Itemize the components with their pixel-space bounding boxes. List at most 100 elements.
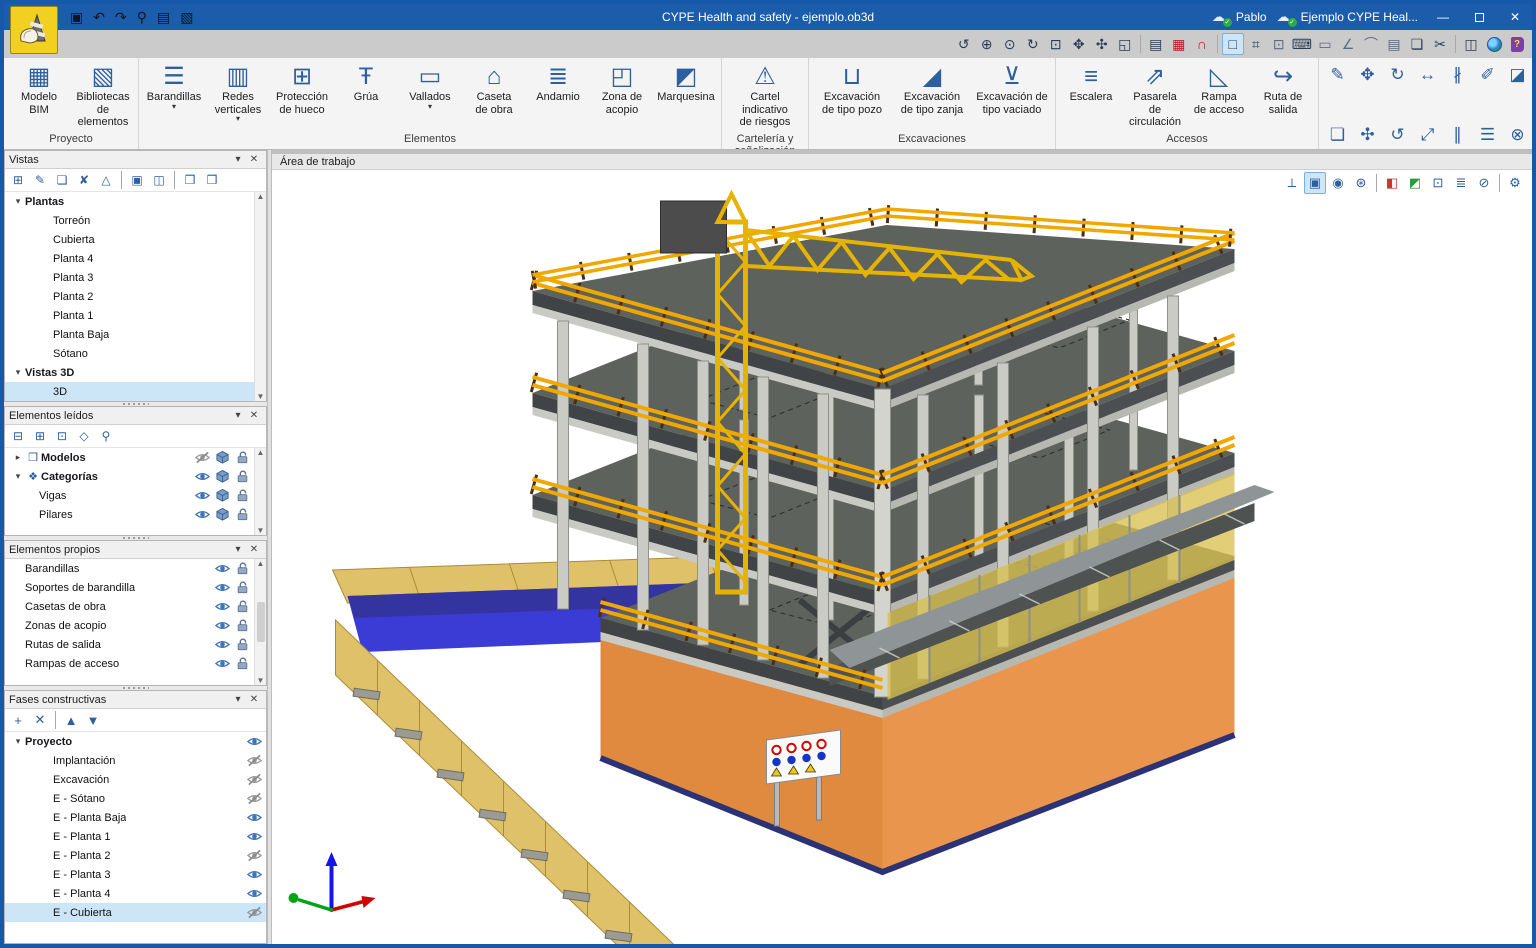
3d-viewport[interactable]: ⟂ ▣ ◉ ⊛ ◧ ◩ ⊡ ≣ ⊘ ⚙ (272, 170, 1532, 944)
open-box-arrow-button[interactable]: ❒ (202, 171, 222, 190)
globe-icon[interactable] (1483, 33, 1505, 55)
escalera-button[interactable]: ≡ Escalera ▾ (1060, 60, 1122, 107)
phase-delete-button[interactable]: ✕ (30, 711, 50, 730)
tree-item-planta1[interactable]: Planta 1 (5, 306, 254, 325)
tree-levels-button[interactable]: ⊡ (52, 427, 72, 446)
user-name[interactable]: Pablo (1236, 10, 1267, 24)
visibility-on-icon[interactable] (212, 562, 232, 575)
render-3d-settings-icon[interactable]: ⚙ (1504, 172, 1526, 194)
expander-icon[interactable] (11, 196, 25, 207)
align-button[interactable]: ∥ (1443, 120, 1473, 149)
save-button[interactable]: ▣ (70, 10, 83, 24)
scrollbar-thumb[interactable] (256, 602, 265, 642)
row-barandillas[interactable]: Barandillas (5, 559, 254, 578)
camera-button[interactable]: ▣ (127, 171, 147, 190)
edit-pencil-button[interactable]: ✎ (1323, 60, 1353, 90)
project-name[interactable]: Ejemplo CYPE Heal... (1301, 10, 1418, 24)
ortho-mode-icon[interactable]: □ (1221, 33, 1244, 55)
andamio-button[interactable]: ≣ Andamio ▾ (527, 60, 589, 107)
camera-add-button[interactable]: ◫ (149, 171, 169, 190)
tree-item-plantabaja[interactable]: Planta Baja (5, 325, 254, 344)
pan-icon[interactable]: ✥ (1068, 33, 1090, 55)
zoom-extents-icon[interactable]: ⊕ (976, 33, 998, 55)
angle-icon[interactable]: ∠ (1337, 33, 1359, 55)
collapse-panel-icon[interactable]: ▾ (230, 410, 246, 421)
row-soportes-barandilla[interactable]: Soportes de barandilla (5, 578, 254, 597)
delete-button[interactable]: ⊗ (1503, 120, 1533, 149)
row-casetas-obra[interactable]: Casetas de obra (5, 597, 254, 616)
rotate-button[interactable]: ↻ (1383, 60, 1413, 90)
copy-button[interactable]: ❏ (1323, 120, 1353, 149)
view-cube-icon[interactable]: ▣ (1304, 172, 1326, 194)
proteccion-hueco-button[interactable]: ⊞ Protección de hueco ▾ (271, 60, 333, 119)
orbit-icon[interactable]: ✣ (1091, 33, 1113, 55)
caseta-obra-button[interactable]: ⌂ Caseta de obra ▾ (463, 60, 525, 119)
row-rutas-salida[interactable]: Rutas de salida (5, 635, 254, 654)
rampa-acceso-button[interactable]: ◺ Rampa de acceso ▾ (1188, 60, 1250, 119)
show-3d-button[interactable]: ◇ (74, 427, 94, 446)
phase-e-sotano[interactable]: E - Sótano (5, 789, 266, 808)
mirror-button[interactable]: ∦ (1443, 60, 1473, 90)
pasarela-circulacion-button[interactable]: ⇗ Pasarela de circulación ▾ (1124, 60, 1186, 132)
visibility-off-icon[interactable] (244, 906, 264, 919)
scrollbar[interactable]: ▲ ▼ (254, 448, 266, 535)
workspace-tab[interactable]: Área de trabajo (272, 150, 1532, 170)
lock-icon[interactable] (232, 600, 252, 613)
lock-icon[interactable] (232, 657, 252, 670)
layers-3d-icon[interactable]: ≣ (1450, 172, 1472, 194)
open-box-button[interactable]: ❒ (180, 171, 200, 190)
vallados-button[interactable]: ▭ Vallados ▾ (399, 60, 461, 113)
axes-icon[interactable]: ⟂ (1281, 172, 1303, 194)
expander-icon[interactable] (11, 471, 25, 482)
grua-button[interactable]: Ŧ Grúa ▾ (335, 60, 397, 107)
visibility-on-icon[interactable] (212, 619, 232, 632)
zoom-x2-icon[interactable]: ⊙ (999, 33, 1021, 55)
visibility-on-icon[interactable] (244, 830, 264, 843)
grid-icon[interactable]: ⌗ (1245, 33, 1267, 55)
visibility-off-icon[interactable] (192, 451, 212, 464)
phase-e-cubierta[interactable]: E - Cubierta (5, 903, 266, 922)
zoom-search-button[interactable]: ⚲ (137, 10, 147, 24)
barandillas-button[interactable]: ☰ Barandillas ▾ (143, 60, 205, 113)
close-panel-icon[interactable]: ✕ (246, 154, 262, 165)
arc-icon[interactable]: ⌒ (1360, 33, 1382, 55)
row-rampas-acceso[interactable]: Rampas de acceso (5, 654, 254, 673)
scrollbar[interactable]: ▲ ▼ (254, 192, 266, 401)
phase-e-planta4[interactable]: E - Planta 4 (5, 884, 266, 903)
clip-back-icon[interactable]: ◧ (1381, 172, 1403, 194)
visibility-on-icon[interactable] (192, 508, 212, 521)
eraser-button[interactable]: ◪ (1503, 60, 1533, 90)
dimension-icon[interactable]: ▭ (1314, 33, 1336, 55)
phase-down-button[interactable]: ▼ (83, 711, 103, 730)
minimize-button[interactable]: — (1428, 6, 1458, 28)
tree-node-vistas3d[interactable]: Vistas 3D (5, 363, 254, 382)
excavacion-pozo-button[interactable]: ⊔ Excavación de tipo pozo ▾ (813, 60, 891, 119)
phase-implantacion[interactable]: Implantación (5, 751, 266, 770)
row-pilares[interactable]: Pilares (5, 505, 254, 524)
comment-icon[interactable]: ❏ (1406, 33, 1428, 55)
visibility-on-icon[interactable] (212, 581, 232, 594)
keyboard-entry-icon[interactable]: ⌨ (1291, 33, 1313, 55)
excavacion-zanja-button[interactable]: ◢ Excavación de tipo zanja ▾ (893, 60, 971, 119)
view3d-cube-icon[interactable] (212, 470, 232, 483)
row-zonas-acopio[interactable]: Zonas de acopio (5, 616, 254, 635)
help-book-icon[interactable]: ? (1506, 33, 1528, 55)
tree-item-3d[interactable]: 3D (5, 382, 254, 401)
tree-item-planta3[interactable]: Planta 3 (5, 268, 254, 287)
phase-e-planta2[interactable]: E - Planta 2 (5, 846, 266, 865)
tree-item-planta4[interactable]: Planta 4 (5, 249, 254, 268)
view-projection-button[interactable]: △ (96, 171, 116, 190)
view-edit-button[interactable]: ✎ (30, 171, 50, 190)
visibility-off-icon[interactable] (244, 849, 264, 862)
hide-elements-icon[interactable]: ⊘ (1473, 172, 1495, 194)
phase-e-plantabaja[interactable]: E - Planta Baja (5, 808, 266, 827)
visibility-on-icon[interactable] (244, 811, 264, 824)
dxf-template-icon[interactable]: ▤ (1145, 33, 1167, 55)
clip-box-icon[interactable]: ⊡ (1427, 172, 1449, 194)
view-delete-button[interactable]: ✘ (74, 171, 94, 190)
move-button[interactable]: ✥ (1353, 60, 1383, 90)
lock-icon[interactable] (232, 619, 252, 632)
bibliotecas-elementos-button[interactable]: ▧ Bibliotecas de elementos ▾ (72, 60, 134, 132)
lock-icon[interactable] (232, 489, 252, 502)
visibility-on-icon[interactable] (212, 638, 232, 651)
